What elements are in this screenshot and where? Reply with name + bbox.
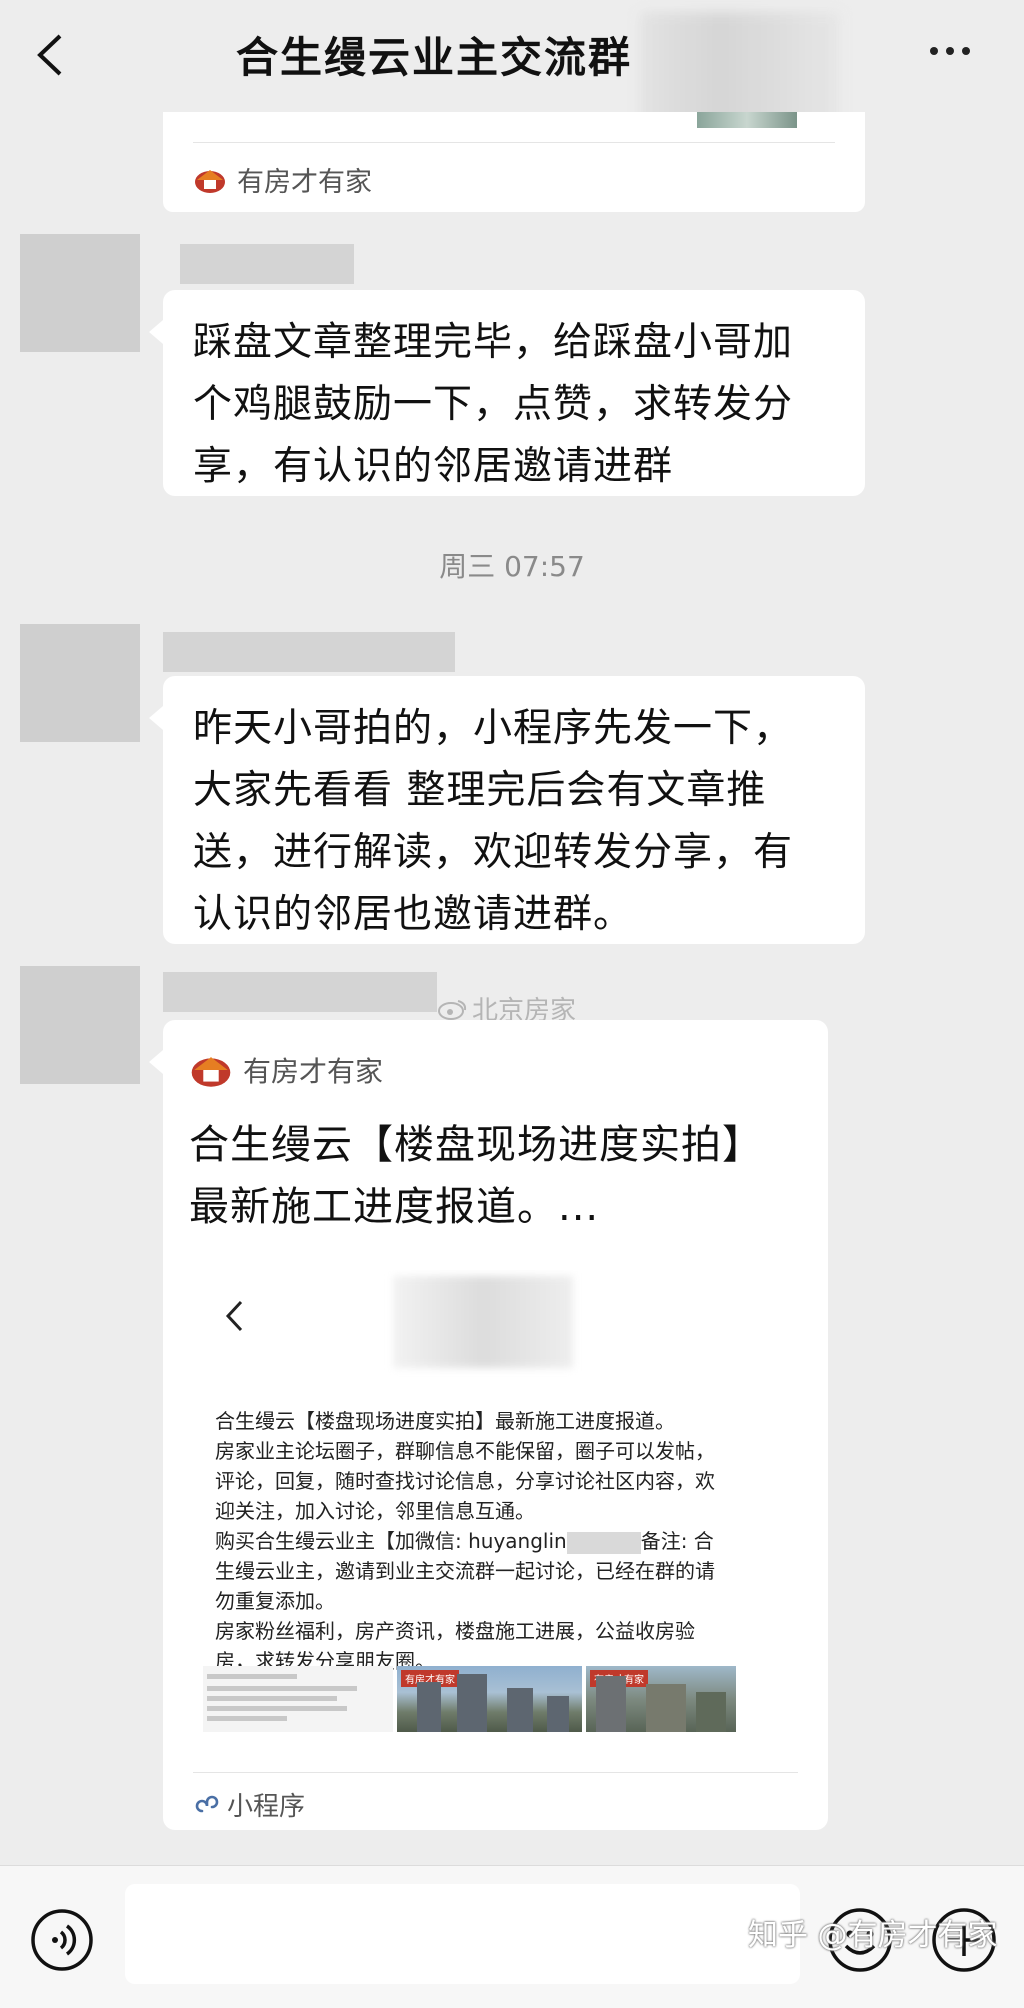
card-source: 有房才有家 <box>189 1050 383 1090</box>
blurred-region <box>393 1276 573 1368</box>
card-preview: 合生缦云【楼盘现场进度实拍】最新施工进度报道。 房家业主论坛圈子，群聊信息不能保… <box>193 1270 803 1760</box>
timestamp: 周三 07:57 <box>439 550 585 583</box>
mini-program-label: 小程序 <box>193 1786 305 1823</box>
blurred-region <box>566 1531 641 1554</box>
share-card[interactable]: 有房才有家 <box>163 112 865 212</box>
card-source: 有房才有家 <box>193 160 372 199</box>
preview-thumbnails: 有房才有家 有房才有家 <box>203 1666 803 1732</box>
voice-icon[interactable] <box>30 1908 94 1972</box>
card-title: 合生缦云【楼盘现场进度实拍】 最新施工进度报道。... <box>189 1122 763 1230</box>
message-bubble[interactable]: 踩盘文章整理完毕，给踩盘小哥加 个鸡腿鼓励一下，点赞，求转发分 享，有认识的邻居… <box>149 290 865 496</box>
avatar[interactable] <box>20 966 140 1084</box>
weibo-icon <box>438 999 467 1020</box>
chevron-left-icon <box>223 1298 247 1334</box>
more-icon[interactable] <box>930 40 980 70</box>
chat-thumbnail <box>203 1666 393 1732</box>
blurred-region <box>640 12 840 127</box>
message-input[interactable] <box>125 1884 800 1984</box>
avatar[interactable] <box>20 234 140 352</box>
house-logo-icon <box>189 1052 233 1088</box>
card-thumbnail <box>697 112 797 128</box>
sender-name <box>180 244 354 284</box>
avatar[interactable] <box>20 624 140 742</box>
house-logo-icon <box>193 166 227 194</box>
chevron-left-icon[interactable] <box>30 30 74 80</box>
preview-text: 合生缦云【楼盘现场进度实拍】最新施工进度报道。 房家业主论坛圈子，群聊信息不能保… <box>215 1409 715 1673</box>
building-photo: 有房才有家 <box>586 1666 736 1732</box>
sender-name <box>163 972 437 1012</box>
page-title: 合生缦云业主交流群 <box>236 33 633 82</box>
mini-program-icon <box>195 1795 219 1812</box>
mini-program-card[interactable]: 有房才有家 合生缦云【楼盘现场进度实拍】 最新施工进度报道。... 合生缦云【楼… <box>149 1020 828 1830</box>
zhihu-watermark: 知乎 @有房才有家 <box>748 1918 998 1953</box>
building-photo: 有房才有家 <box>397 1666 582 1732</box>
sender-name <box>163 632 455 672</box>
chat-header: 合生缦云业主交流群 <box>0 0 1024 127</box>
message-bubble[interactable]: 昨天小哥拍的，小程序先发一下， 大家先看看 整理完后会有文章推 送，进行解读，欢… <box>149 676 865 944</box>
